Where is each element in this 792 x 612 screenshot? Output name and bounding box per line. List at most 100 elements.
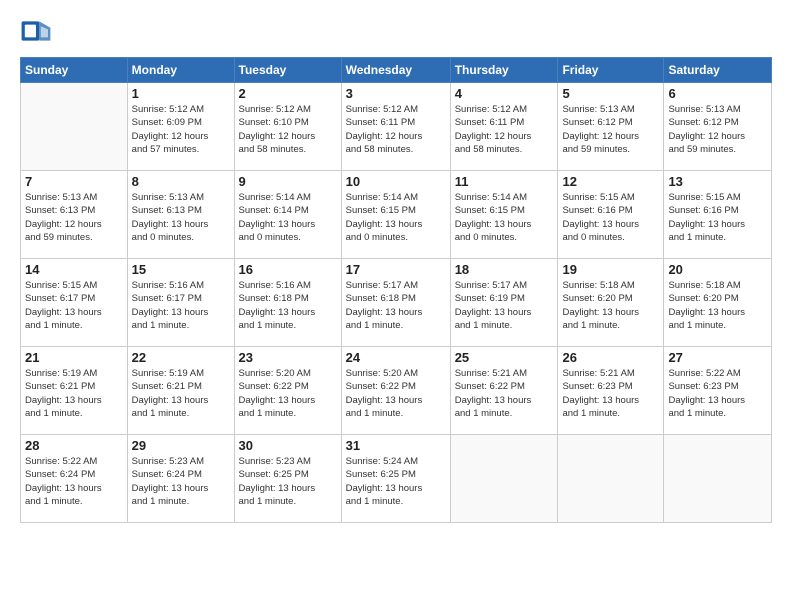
logo xyxy=(20,15,56,47)
calendar-cell: 11 Sunrise: 5:14 AM Sunset: 6:15 PM Dayli… xyxy=(450,171,558,259)
day-number: 16 xyxy=(239,262,337,277)
day-number: 8 xyxy=(132,174,230,189)
calendar-cell xyxy=(558,435,664,523)
day-info: Sunrise: 5:24 AM Sunset: 6:25 PM Dayligh… xyxy=(346,455,446,508)
day-number: 14 xyxy=(25,262,123,277)
day-info: Sunrise: 5:15 AM Sunset: 6:16 PM Dayligh… xyxy=(668,191,767,244)
day-info: Sunrise: 5:12 AM Sunset: 6:11 PM Dayligh… xyxy=(455,103,554,156)
calendar-cell: 10 Sunrise: 5:14 AM Sunset: 6:15 PM Dayli… xyxy=(341,171,450,259)
header-cell-sunday: Sunday xyxy=(21,58,128,83)
calendar-cell: 24Sunrise: 5:20 AM Sunset: 6:22 PM Dayli… xyxy=(341,347,450,435)
calendar-cell: 8 Sunrise: 5:13 AM Sunset: 6:13 PM Daylig… xyxy=(127,171,234,259)
header-cell-tuesday: Tuesday xyxy=(234,58,341,83)
week-row-2: 7 Sunrise: 5:13 AM Sunset: 6:13 PM Daylig… xyxy=(21,171,772,259)
week-row-5: 28Sunrise: 5:22 AM Sunset: 6:24 PM Dayli… xyxy=(21,435,772,523)
day-info: Sunrise: 5:12 AM Sunset: 6:10 PM Dayligh… xyxy=(239,103,337,156)
day-number: 6 xyxy=(668,86,767,101)
calendar-cell xyxy=(664,435,772,523)
day-number: 30 xyxy=(239,438,337,453)
day-number: 20 xyxy=(668,262,767,277)
day-info: Sunrise: 5:17 AM Sunset: 6:19 PM Dayligh… xyxy=(455,279,554,332)
header xyxy=(20,15,772,47)
day-number: 21 xyxy=(25,350,123,365)
calendar-cell: 12 Sunrise: 5:15 AM Sunset: 6:16 PM Dayli… xyxy=(558,171,664,259)
calendar-cell: 21 Sunrise: 5:19 AM Sunset: 6:21 PM Dayli… xyxy=(21,347,128,435)
day-number: 27 xyxy=(668,350,767,365)
day-info: Sunrise: 5:14 AM Sunset: 6:14 PM Dayligh… xyxy=(239,191,337,244)
calendar-header: SundayMondayTuesdayWednesdayThursdayFrid… xyxy=(21,58,772,83)
calendar-cell xyxy=(450,435,558,523)
day-info: Sunrise: 5:16 AM Sunset: 6:18 PM Dayligh… xyxy=(239,279,337,332)
day-number: 1 xyxy=(132,86,230,101)
week-row-1: 1 Sunrise: 5:12 AM Sunset: 6:09 PM Daylig… xyxy=(21,83,772,171)
day-number: 17 xyxy=(346,262,446,277)
calendar-cell: 3 Sunrise: 5:12 AM Sunset: 6:11 PM Daylig… xyxy=(341,83,450,171)
day-info: Sunrise: 5:23 AM Sunset: 6:25 PM Dayligh… xyxy=(239,455,337,508)
day-info: Sunrise: 5:21 AM Sunset: 6:22 PM Dayligh… xyxy=(455,367,554,420)
day-number: 22 xyxy=(132,350,230,365)
calendar-cell xyxy=(21,83,128,171)
day-info: Sunrise: 5:14 AM Sunset: 6:15 PM Dayligh… xyxy=(346,191,446,244)
calendar-cell: 18Sunrise: 5:17 AM Sunset: 6:19 PM Dayli… xyxy=(450,259,558,347)
calendar-cell: 19 Sunrise: 5:18 AM Sunset: 6:20 PM Dayli… xyxy=(558,259,664,347)
day-info: Sunrise: 5:15 AM Sunset: 6:17 PM Dayligh… xyxy=(25,279,123,332)
day-info: Sunrise: 5:22 AM Sunset: 6:23 PM Dayligh… xyxy=(668,367,767,420)
day-number: 13 xyxy=(668,174,767,189)
week-row-3: 14 Sunrise: 5:15 AM Sunset: 6:17 PM Dayli… xyxy=(21,259,772,347)
calendar-cell: 20 Sunrise: 5:18 AM Sunset: 6:20 PM Dayli… xyxy=(664,259,772,347)
day-info: Sunrise: 5:16 AM Sunset: 6:17 PM Dayligh… xyxy=(132,279,230,332)
calendar-cell: 17 Sunrise: 5:17 AM Sunset: 6:18 PM Dayli… xyxy=(341,259,450,347)
day-info: Sunrise: 5:12 AM Sunset: 6:09 PM Dayligh… xyxy=(132,103,230,156)
day-info: Sunrise: 5:20 AM Sunset: 6:22 PM Dayligh… xyxy=(239,367,337,420)
day-info: Sunrise: 5:18 AM Sunset: 6:20 PM Dayligh… xyxy=(668,279,767,332)
header-cell-monday: Monday xyxy=(127,58,234,83)
day-number: 24 xyxy=(346,350,446,365)
day-info: Sunrise: 5:13 AM Sunset: 6:13 PM Dayligh… xyxy=(132,191,230,244)
day-number: 31 xyxy=(346,438,446,453)
day-number: 19 xyxy=(562,262,659,277)
day-number: 26 xyxy=(562,350,659,365)
day-number: 11 xyxy=(455,174,554,189)
calendar-cell: 30 Sunrise: 5:23 AM Sunset: 6:25 PM Dayli… xyxy=(234,435,341,523)
calendar-cell: 26 Sunrise: 5:21 AM Sunset: 6:23 PM Dayli… xyxy=(558,347,664,435)
day-number: 7 xyxy=(25,174,123,189)
day-info: Sunrise: 5:19 AM Sunset: 6:21 PM Dayligh… xyxy=(132,367,230,420)
logo-icon xyxy=(20,15,52,47)
calendar-cell: 27 Sunrise: 5:22 AM Sunset: 6:23 PM Dayli… xyxy=(664,347,772,435)
day-number: 15 xyxy=(132,262,230,277)
day-info: Sunrise: 5:23 AM Sunset: 6:24 PM Dayligh… xyxy=(132,455,230,508)
day-number: 5 xyxy=(562,86,659,101)
day-number: 4 xyxy=(455,86,554,101)
calendar-cell: 25 Sunrise: 5:21 AM Sunset: 6:22 PM Dayli… xyxy=(450,347,558,435)
day-number: 9 xyxy=(239,174,337,189)
day-info: Sunrise: 5:14 AM Sunset: 6:15 PM Dayligh… xyxy=(455,191,554,244)
day-info: Sunrise: 5:13 AM Sunset: 6:13 PM Dayligh… xyxy=(25,191,123,244)
day-number: 10 xyxy=(346,174,446,189)
calendar-cell: 9 Sunrise: 5:14 AM Sunset: 6:14 PM Daylig… xyxy=(234,171,341,259)
day-number: 25 xyxy=(455,350,554,365)
day-number: 3 xyxy=(346,86,446,101)
calendar-cell: 15 Sunrise: 5:16 AM Sunset: 6:17 PM Dayli… xyxy=(127,259,234,347)
day-info: Sunrise: 5:21 AM Sunset: 6:23 PM Dayligh… xyxy=(562,367,659,420)
day-info: Sunrise: 5:13 AM Sunset: 6:12 PM Dayligh… xyxy=(668,103,767,156)
week-row-4: 21 Sunrise: 5:19 AM Sunset: 6:21 PM Dayli… xyxy=(21,347,772,435)
day-info: Sunrise: 5:17 AM Sunset: 6:18 PM Dayligh… xyxy=(346,279,446,332)
header-row: SundayMondayTuesdayWednesdayThursdayFrid… xyxy=(21,58,772,83)
calendar-cell: 1 Sunrise: 5:12 AM Sunset: 6:09 PM Daylig… xyxy=(127,83,234,171)
day-info: Sunrise: 5:18 AM Sunset: 6:20 PM Dayligh… xyxy=(562,279,659,332)
calendar-cell: 22 Sunrise: 5:19 AM Sunset: 6:21 PM Dayli… xyxy=(127,347,234,435)
calendar-table: SundayMondayTuesdayWednesdayThursdayFrid… xyxy=(20,57,772,523)
calendar-cell: 2Sunrise: 5:12 AM Sunset: 6:10 PM Daylig… xyxy=(234,83,341,171)
day-number: 12 xyxy=(562,174,659,189)
header-cell-thursday: Thursday xyxy=(450,58,558,83)
day-info: Sunrise: 5:19 AM Sunset: 6:21 PM Dayligh… xyxy=(25,367,123,420)
calendar-cell: 4 Sunrise: 5:12 AM Sunset: 6:11 PM Daylig… xyxy=(450,83,558,171)
page: SundayMondayTuesdayWednesdayThursdayFrid… xyxy=(0,0,792,612)
day-info: Sunrise: 5:12 AM Sunset: 6:11 PM Dayligh… xyxy=(346,103,446,156)
calendar-cell: 5Sunrise: 5:13 AM Sunset: 6:12 PM Daylig… xyxy=(558,83,664,171)
calendar-cell: 29Sunrise: 5:23 AM Sunset: 6:24 PM Dayli… xyxy=(127,435,234,523)
day-info: Sunrise: 5:15 AM Sunset: 6:16 PM Dayligh… xyxy=(562,191,659,244)
calendar-cell: 31 Sunrise: 5:24 AM Sunset: 6:25 PM Dayli… xyxy=(341,435,450,523)
header-cell-wednesday: Wednesday xyxy=(341,58,450,83)
calendar-cell: 7 Sunrise: 5:13 AM Sunset: 6:13 PM Daylig… xyxy=(21,171,128,259)
